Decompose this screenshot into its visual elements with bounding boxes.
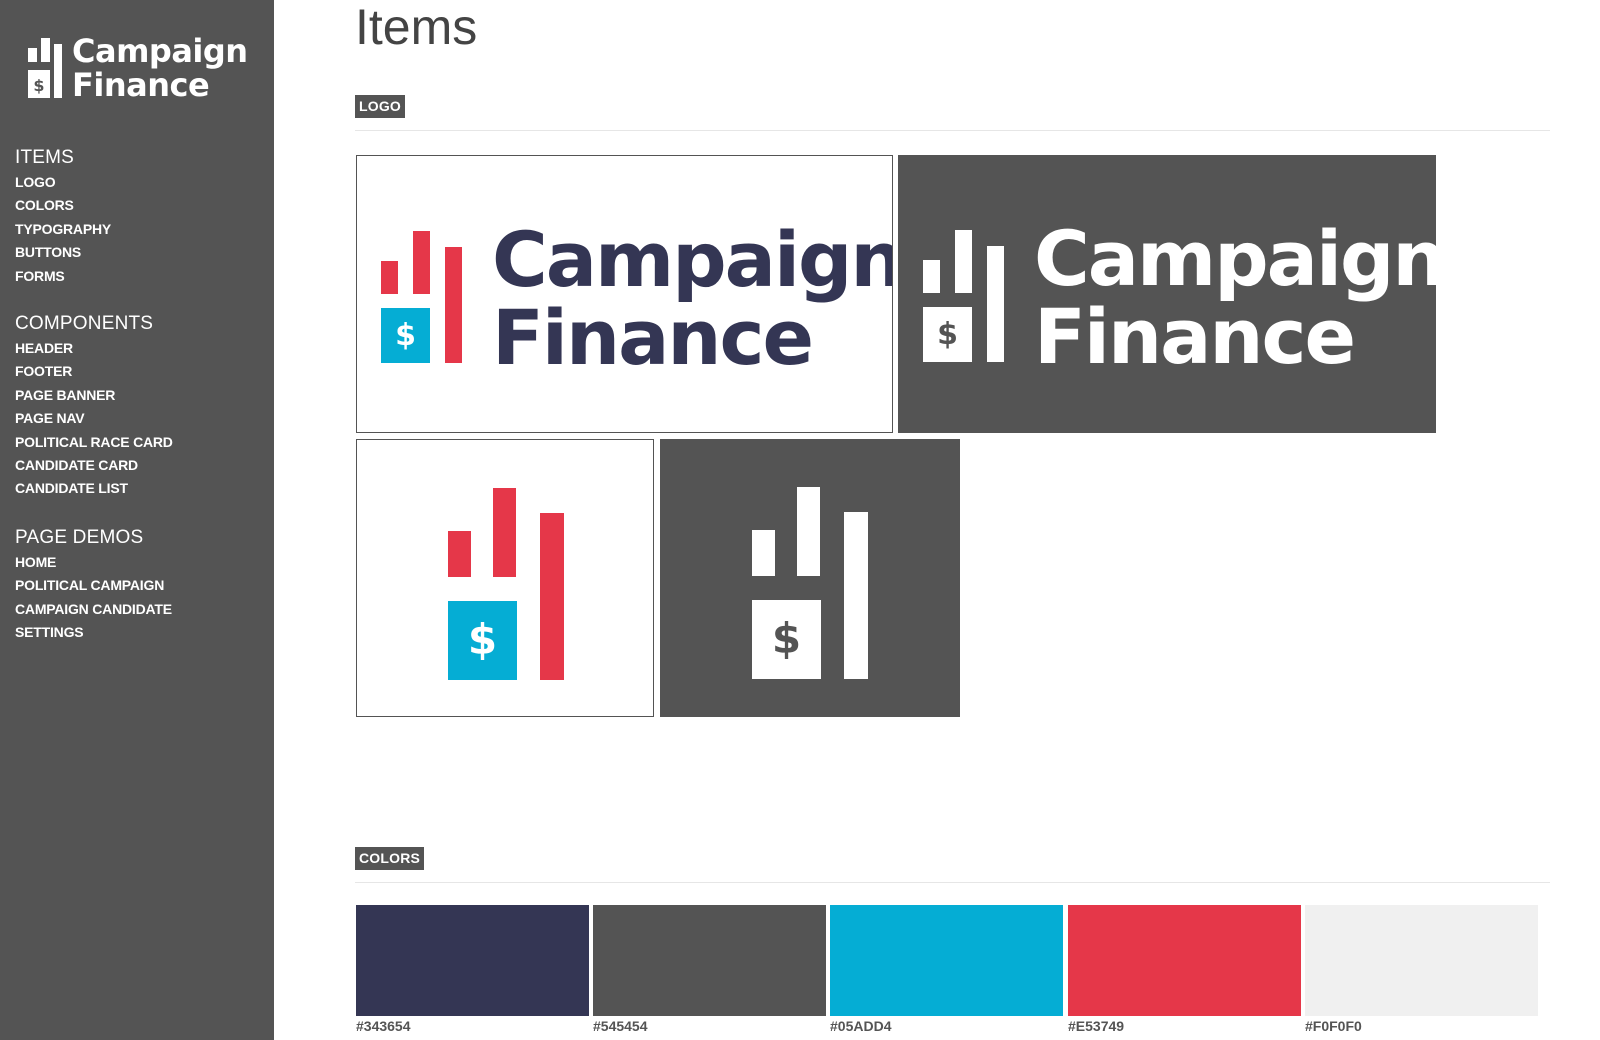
color-swatch-label: #F0F0F0: [1305, 1018, 1362, 1034]
nav-item-header[interactable]: HEADER: [15, 337, 173, 360]
bar-chart-dollar-icon: $: [752, 487, 868, 679]
logo-line-2: Finance: [1034, 292, 1356, 381]
nav-item-candidate-card[interactable]: CANDIDATE CARD: [15, 454, 173, 477]
logo-line-1: Campaign: [492, 215, 893, 304]
color-swatch-label: #545454: [593, 1018, 648, 1034]
dollar-sign-icon: $: [468, 615, 497, 664]
nav-item-page-banner[interactable]: PAGE BANNER: [15, 384, 173, 407]
brand-logo[interactable]: $ Campaign Finance: [26, 34, 248, 102]
section-tag-colors: COLORS: [355, 847, 425, 870]
nav-item-forms[interactable]: FORMS: [15, 265, 111, 288]
nav-item-colors[interactable]: COLORS: [15, 194, 111, 217]
nav-item-settings[interactable]: SETTINGS: [15, 621, 172, 644]
logo-wordmark-dark: Campaign Finance: [1034, 220, 1436, 376]
nav-heading-items: ITEMS: [15, 147, 75, 168]
main-content: Items LOGO $ Campaign Finance $ Campaign…: [274, 0, 1600, 1040]
section-divider: [355, 130, 1550, 131]
logo-icon-light: $: [356, 439, 654, 717]
bar-chart-dollar-icon: $: [381, 231, 462, 363]
nav-item-typography[interactable]: TYPOGRAPHY: [15, 218, 111, 241]
nav-item-candidate-list[interactable]: CANDIDATE LIST: [15, 477, 173, 500]
nav-heading-page-demos: PAGE DEMOS: [15, 527, 144, 548]
dollar-sign-icon: $: [772, 614, 801, 663]
logo-wordmark-light: Campaign Finance: [492, 215, 893, 382]
bar-chart-dollar-icon: $: [448, 488, 564, 680]
nav-section-page-demos: PAGE DEMOS HOME POLITICAL CAMPAIGN CAMPA…: [15, 525, 172, 645]
nav-item-home[interactable]: HOME: [15, 551, 172, 574]
color-swatch-label: #05ADD4: [830, 1018, 892, 1034]
brand-line-1: Campaign: [72, 32, 248, 70]
section-divider: [355, 882, 1550, 883]
nav-section-items: ITEMS LOGO COLORS TYPOGRAPHY BUTTONS FOR…: [15, 145, 111, 288]
nav-heading-components: COMPONENTS: [15, 313, 154, 334]
color-swatch-red: [1068, 905, 1301, 1016]
color-swatch-label: #343654: [356, 1018, 411, 1034]
logo-line-1: Campaign: [1034, 214, 1436, 303]
section-tag-logo: LOGO: [355, 95, 406, 118]
bar-chart-dollar-icon: $: [28, 38, 62, 98]
dollar-sign-icon: $: [33, 76, 44, 95]
dollar-sign-icon: $: [395, 318, 416, 353]
brand-wordmark: Campaign Finance: [72, 34, 248, 102]
logo-line-2: Finance: [492, 293, 814, 382]
nav-item-political-race-card[interactable]: POLITICAL RACE CARD: [15, 431, 173, 454]
color-swatch-label: #E53749: [1068, 1018, 1125, 1034]
page-title: Items: [355, 0, 478, 55]
nav-item-buttons[interactable]: BUTTONS: [15, 241, 111, 264]
color-swatch-light: [1305, 905, 1538, 1016]
nav-item-logo[interactable]: LOGO: [15, 171, 111, 194]
dollar-sign-icon: $: [937, 317, 958, 352]
color-swatch-cyan: [830, 905, 1063, 1016]
logo-full-light: $ Campaign Finance: [356, 155, 893, 433]
nav-item-footer[interactable]: FOOTER: [15, 360, 173, 383]
nav-item-page-nav[interactable]: PAGE NAV: [15, 407, 173, 430]
color-swatch-navy: [356, 905, 589, 1016]
nav-item-campaign-candidate[interactable]: CAMPAIGN CANDIDATE: [15, 598, 172, 621]
logo-full-dark: $ Campaign Finance: [898, 155, 1436, 433]
sidebar: $ Campaign Finance ITEMS LOGO COLORS TYP…: [0, 0, 274, 1040]
nav-section-components: COMPONENTS HEADER FOOTER PAGE BANNER PAG…: [15, 311, 173, 501]
color-swatch-gray: [593, 905, 826, 1016]
nav-item-political-campaign[interactable]: POLITICAL CAMPAIGN: [15, 574, 172, 597]
brand-line-2: Finance: [72, 66, 210, 104]
bar-chart-dollar-icon: $: [923, 230, 1004, 362]
logo-icon-dark: $: [660, 439, 960, 717]
